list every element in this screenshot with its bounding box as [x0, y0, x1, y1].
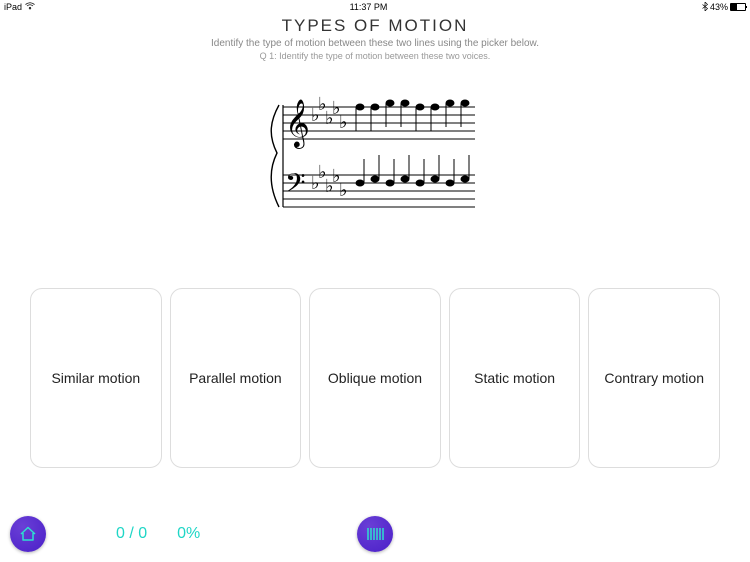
home-icon	[19, 525, 37, 543]
keyboard-button[interactable]	[357, 516, 393, 552]
battery-icon	[730, 3, 746, 11]
score-text: 0 / 0	[116, 525, 147, 543]
option-label: Contrary motion	[604, 370, 704, 386]
option-label: Parallel motion	[189, 370, 282, 386]
svg-text:♭: ♭	[339, 112, 348, 132]
svg-text:♭: ♭	[339, 180, 348, 200]
option-label: Similar motion	[51, 370, 140, 386]
svg-text:𝄞: 𝄞	[285, 99, 310, 149]
percent-text: 0%	[177, 525, 200, 543]
bottom-bar: 0 / 0 0%	[0, 514, 750, 554]
bluetooth-icon	[702, 2, 708, 13]
home-button[interactable]	[10, 516, 46, 552]
question-text: Q 1: Identify the type of motion between…	[0, 51, 750, 61]
music-notation: 𝄞 𝄢 ♭ ♭ ♭ ♭ ♭ ♭ ♭ ♭ ♭ ♭	[0, 87, 750, 227]
wifi-icon	[25, 2, 35, 12]
option-label: Oblique motion	[328, 370, 422, 386]
page-title: TYPES OF MOTION	[0, 16, 750, 36]
option-contrary[interactable]: Contrary motion	[588, 288, 720, 468]
option-static[interactable]: Static motion	[449, 288, 581, 468]
header: TYPES OF MOTION Identify the type of mot…	[0, 14, 750, 61]
option-parallel[interactable]: Parallel motion	[170, 288, 302, 468]
option-similar[interactable]: Similar motion	[30, 288, 162, 468]
page-subtitle: Identify the type of motion between thes…	[0, 38, 750, 49]
options-row: Similar motion Parallel motion Oblique m…	[0, 288, 750, 468]
svg-text:𝄢: 𝄢	[285, 168, 306, 204]
status-time: 11:37 PM	[35, 2, 702, 12]
status-bar: iPad 11:37 PM 43%	[0, 0, 750, 14]
piano-icon	[366, 527, 384, 541]
option-oblique[interactable]: Oblique motion	[309, 288, 441, 468]
device-label: iPad	[4, 2, 22, 12]
battery-percent: 43%	[710, 2, 728, 12]
option-label: Static motion	[474, 370, 555, 386]
